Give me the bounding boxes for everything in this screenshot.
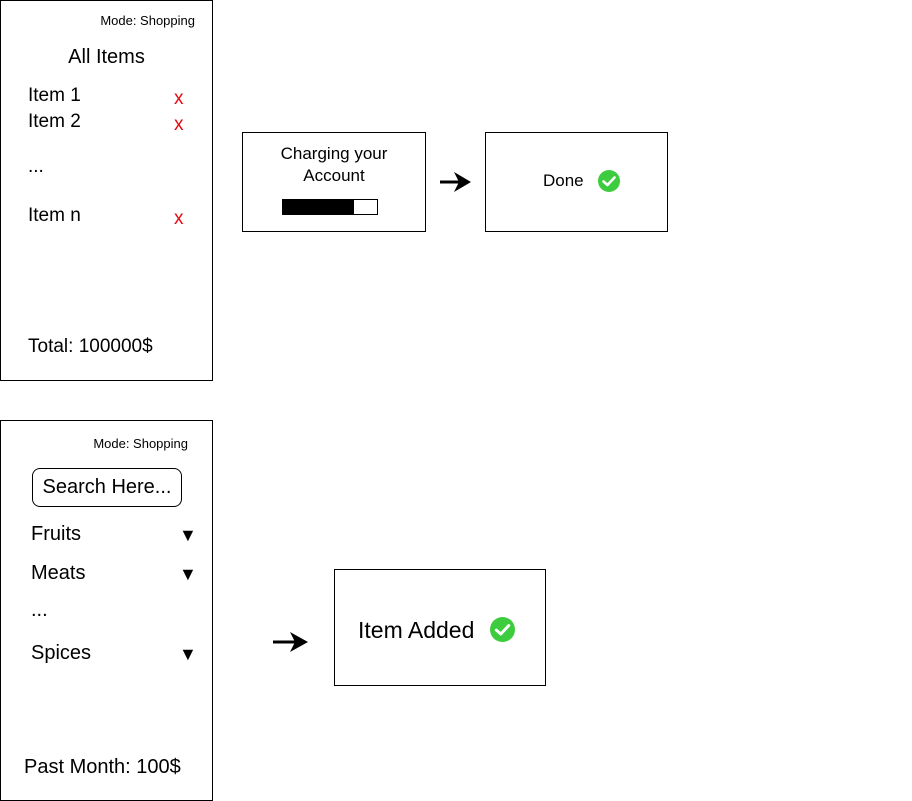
charging-message: Charging your Account (280, 144, 388, 185)
check-circle-icon (490, 617, 515, 642)
done-label: Done (543, 171, 584, 190)
cart-item-label: Item 2 (28, 111, 81, 132)
category-label[interactable]: Spices (31, 642, 91, 665)
category-label[interactable]: Meats (31, 562, 85, 585)
remove-item-icon[interactable]: x (174, 209, 184, 228)
charging-popup: Charging your Account (242, 132, 426, 232)
category-label[interactable]: Fruits (31, 523, 81, 546)
item-added-popup: Item Added (334, 569, 546, 686)
chevron-down-icon[interactable]: ▼ (179, 526, 197, 544)
list-ellipsis: ... (28, 156, 44, 177)
arrow-right-icon (273, 630, 309, 654)
charging-progress-bar (282, 199, 378, 215)
cart-item-label: Item 1 (28, 85, 81, 106)
list-ellipsis: ... (31, 599, 48, 621)
chevron-down-icon[interactable]: ▼ (179, 645, 197, 663)
cart-item-label: Item n (28, 205, 81, 226)
done-popup: Done (485, 132, 668, 232)
remove-item-icon[interactable]: x (174, 89, 184, 108)
charging-progress-fill (283, 200, 354, 214)
cart-title: All Items (68, 46, 145, 68)
search-panel: Mode: Shopping Search Here... Fruits ▼ M… (0, 420, 213, 801)
chevron-down-icon[interactable]: ▼ (179, 565, 197, 583)
past-month-total: Past Month: 100$ (24, 756, 181, 778)
mode-label: Mode: Shopping (100, 13, 195, 28)
search-input[interactable]: Search Here... (32, 468, 182, 507)
remove-item-icon[interactable]: x (174, 115, 184, 134)
item-added-label: Item Added (358, 617, 475, 643)
cart-panel: Mode: Shopping All Items Item 1 x Item 2… (0, 0, 213, 381)
cart-total: Total: 100000$ (28, 336, 153, 357)
check-circle-icon (598, 170, 620, 192)
arrow-right-icon (440, 170, 472, 194)
mode-label: Mode: Shopping (93, 436, 188, 451)
